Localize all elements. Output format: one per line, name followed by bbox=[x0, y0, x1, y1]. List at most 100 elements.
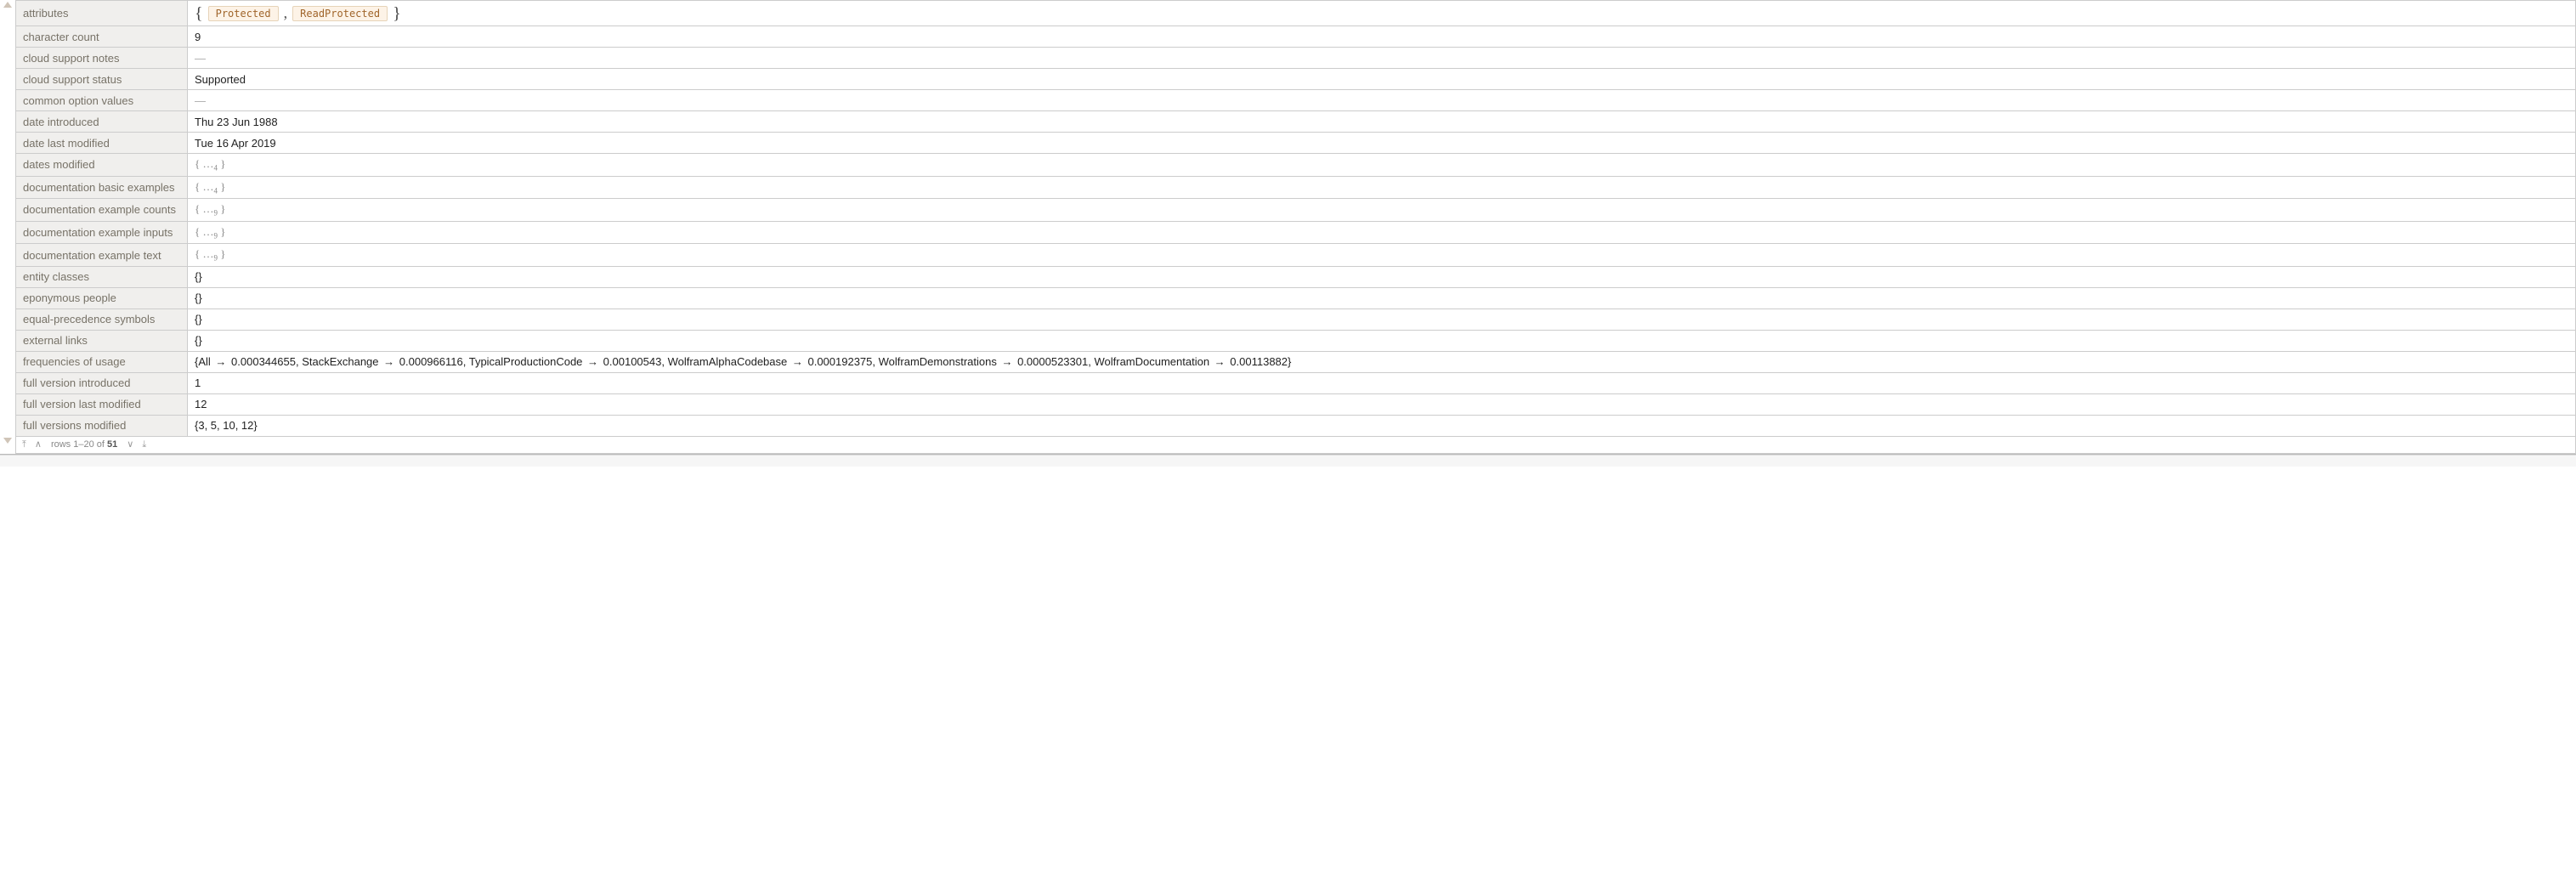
table-row: cloud support notes — bbox=[16, 48, 2576, 69]
property-key[interactable]: documentation example inputs bbox=[16, 221, 188, 244]
property-key[interactable]: frequencies of usage bbox=[16, 351, 188, 372]
property-key[interactable]: common option values bbox=[16, 90, 188, 111]
ellipsis-icon: … bbox=[203, 157, 214, 170]
property-value[interactable]: {} bbox=[188, 287, 2576, 308]
assoc-value: 0.000966116 bbox=[399, 355, 463, 368]
page-prev-icon[interactable]: ∧ bbox=[34, 440, 42, 450]
page-next-icon[interactable]: ∨ bbox=[126, 440, 134, 450]
brace-open-icon: { bbox=[195, 202, 203, 215]
dataset-panel: attributes { Protected, ReadProtected} chara… bbox=[0, 0, 2576, 455]
table-row: frequencies of usage{All → 0.000344655, … bbox=[16, 351, 2576, 372]
value-text: Supported bbox=[195, 73, 246, 86]
property-key[interactable]: cloud support status bbox=[16, 69, 188, 90]
brace-close-icon: } bbox=[218, 202, 226, 215]
list-separator: , bbox=[661, 355, 667, 368]
rule-arrow-icon: → bbox=[211, 355, 231, 368]
attribute-list: { Protected, ReadProtected} bbox=[195, 4, 401, 22]
rows-prefix: rows bbox=[51, 439, 73, 450]
property-key[interactable]: dates modified bbox=[16, 154, 188, 177]
page-first-icon[interactable]: ⤒ bbox=[21, 440, 27, 450]
assoc-key: StackExchange bbox=[302, 355, 378, 368]
ellipsis-icon: … bbox=[203, 247, 214, 260]
property-key[interactable]: eponymous people bbox=[16, 287, 188, 308]
value-text: {3, 5, 10, 12} bbox=[195, 419, 258, 432]
table-row: character count9 bbox=[16, 26, 2576, 48]
brace-open-icon: { bbox=[195, 157, 203, 170]
property-key[interactable]: date introduced bbox=[16, 111, 188, 133]
property-value[interactable]: Supported bbox=[188, 69, 2576, 90]
cell-group-open-top-icon[interactable] bbox=[3, 2, 12, 8]
property-value[interactable]: { Protected, ReadProtected} bbox=[188, 1, 2576, 26]
table-row: dates modified { …4 } bbox=[16, 154, 2576, 177]
property-key[interactable]: attributes bbox=[16, 1, 188, 26]
property-value[interactable]: Tue 16 Apr 2019 bbox=[188, 133, 2576, 154]
property-key[interactable]: entity classes bbox=[16, 266, 188, 287]
rows-of: of bbox=[94, 439, 107, 450]
assoc-key: WolframDemonstrations bbox=[879, 355, 997, 368]
property-value[interactable]: { …4 } bbox=[188, 154, 2576, 177]
property-value[interactable]: { …9 } bbox=[188, 199, 2576, 222]
rule-arrow-icon: → bbox=[582, 355, 603, 368]
value-text: Thu 23 Jun 1988 bbox=[195, 116, 278, 128]
property-value[interactable]: 1 bbox=[188, 372, 2576, 393]
property-key[interactable]: documentation basic examples bbox=[16, 176, 188, 199]
elided-list[interactable]: { …9 } bbox=[195, 202, 226, 215]
table-row: attributes { Protected, ReadProtected} bbox=[16, 1, 2576, 26]
elided-list[interactable]: { …4 } bbox=[195, 180, 226, 193]
table-row: cloud support status Supported bbox=[16, 69, 2576, 90]
property-table: attributes { Protected, ReadProtected} chara… bbox=[15, 0, 2576, 437]
cell-group-open-bottom-icon[interactable] bbox=[3, 438, 12, 444]
rule-arrow-icon: → bbox=[787, 355, 807, 368]
property-key[interactable]: equal-precedence symbols bbox=[16, 308, 188, 330]
value-text: 1 bbox=[195, 376, 201, 389]
property-value[interactable]: {All → 0.000344655, StackExchange → 0.00… bbox=[188, 351, 2576, 372]
missing-value-dash: — bbox=[195, 52, 206, 65]
table-row: entity classes{} bbox=[16, 266, 2576, 287]
table-row: external links{} bbox=[16, 330, 2576, 351]
table-row: full versions modified {3, 5, 10, 12} bbox=[16, 415, 2576, 436]
property-key[interactable]: date last modified bbox=[16, 133, 188, 154]
elided-list[interactable]: { …9 } bbox=[195, 247, 226, 260]
property-key[interactable]: cloud support notes bbox=[16, 48, 188, 69]
table-row: full version last modified12 bbox=[16, 393, 2576, 415]
property-value[interactable]: { …9 } bbox=[188, 221, 2576, 244]
brace-close-icon: } bbox=[218, 225, 226, 238]
table-row: date last modified Tue 16 Apr 2019 bbox=[16, 133, 2576, 154]
horizontal-scrollbar-track[interactable] bbox=[0, 455, 2576, 467]
property-value[interactable]: {3, 5, 10, 12} bbox=[188, 415, 2576, 436]
property-key[interactable]: full versions modified bbox=[16, 415, 188, 436]
property-key[interactable]: full version introduced bbox=[16, 372, 188, 393]
property-value[interactable]: {} bbox=[188, 266, 2576, 287]
property-value[interactable]: { …9 } bbox=[188, 244, 2576, 267]
property-value[interactable]: { …4 } bbox=[188, 176, 2576, 199]
table-row: equal-precedence symbols{} bbox=[16, 308, 2576, 330]
attribute-tag[interactable]: ReadProtected bbox=[292, 6, 388, 21]
property-key[interactable]: character count bbox=[16, 26, 188, 48]
property-key[interactable]: documentation example counts bbox=[16, 199, 188, 222]
elided-list[interactable]: { …4 } bbox=[195, 157, 226, 170]
rule-arrow-icon: → bbox=[379, 355, 399, 368]
table-row: full version introduced 1 bbox=[16, 372, 2576, 393]
property-value[interactable]: {} bbox=[188, 308, 2576, 330]
property-key[interactable]: full version last modified bbox=[16, 393, 188, 415]
page-last-icon[interactable]: ⤓ bbox=[141, 440, 147, 450]
assoc-key: TypicalProductionCode bbox=[469, 355, 583, 368]
property-value[interactable]: — bbox=[188, 48, 2576, 69]
ellipsis-icon: … bbox=[203, 202, 214, 215]
property-value[interactable]: Thu 23 Jun 1988 bbox=[188, 111, 2576, 133]
property-value[interactable]: — bbox=[188, 90, 2576, 111]
property-value[interactable]: {} bbox=[188, 330, 2576, 351]
ellipsis-icon: … bbox=[203, 180, 214, 193]
property-key[interactable]: external links bbox=[16, 330, 188, 351]
assoc-key: WolframDocumentation bbox=[1094, 355, 1209, 368]
attribute-tag[interactable]: Protected bbox=[208, 6, 279, 21]
property-key[interactable]: documentation example text bbox=[16, 244, 188, 267]
assoc-value: 0.00113882 bbox=[1230, 355, 1288, 368]
brace-open-icon: { bbox=[195, 5, 203, 22]
elided-list[interactable]: { …9 } bbox=[195, 225, 226, 238]
property-value[interactable]: 9 bbox=[188, 26, 2576, 48]
property-value[interactable]: 12 bbox=[188, 393, 2576, 415]
brace-close-icon: } bbox=[393, 5, 401, 22]
list-separator: , bbox=[284, 4, 288, 22]
value-text: Tue 16 Apr 2019 bbox=[195, 137, 276, 150]
